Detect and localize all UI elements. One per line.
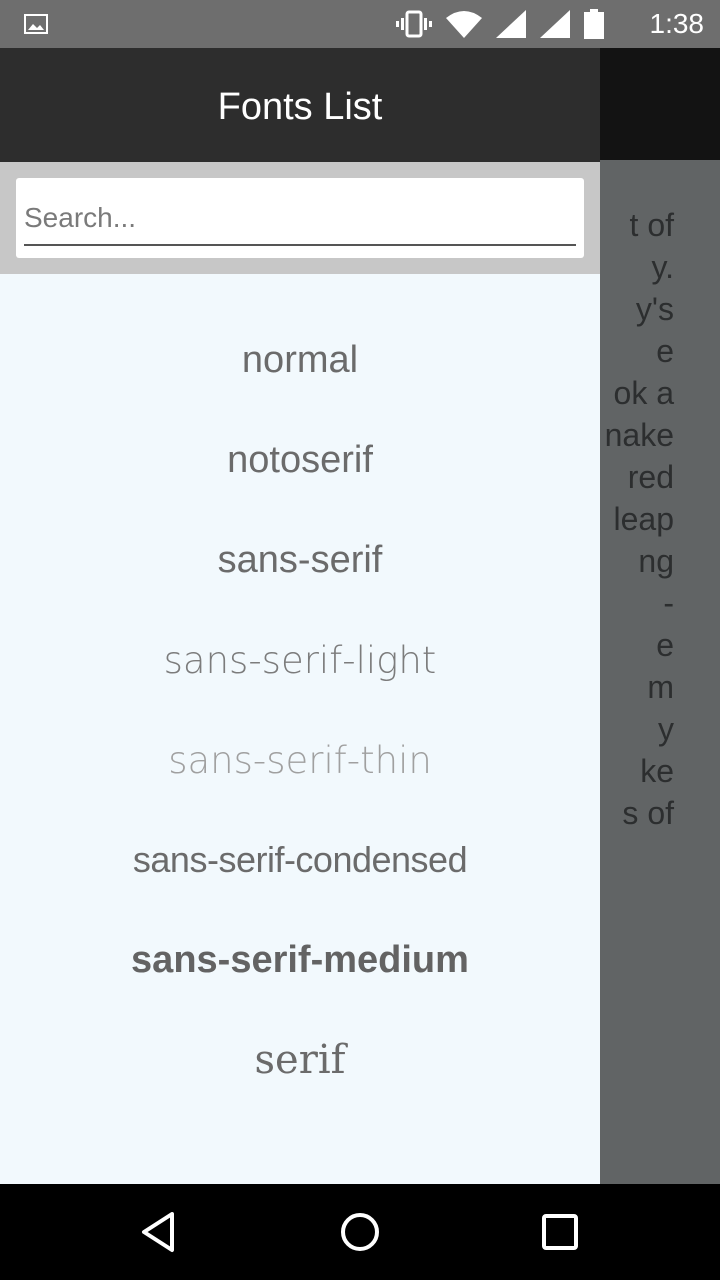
home-icon[interactable] bbox=[336, 1208, 384, 1256]
font-item-serif[interactable]: serif bbox=[0, 1010, 600, 1110]
font-item-sans-serif[interactable]: sans-serif bbox=[0, 510, 600, 610]
navigation-drawer: Fonts List normal notoserif sans-serif s… bbox=[0, 48, 600, 1184]
font-item-sans-serif-thin[interactable]: sans-serif-thin bbox=[0, 710, 600, 810]
wifi-icon bbox=[446, 11, 482, 38]
font-item-sans-serif-medium[interactable]: sans-serif-medium bbox=[0, 910, 600, 1010]
recent-apps-icon[interactable] bbox=[536, 1208, 584, 1256]
gallery-icon bbox=[24, 14, 48, 34]
navigation-bar bbox=[0, 1184, 720, 1280]
vibrate-icon bbox=[396, 10, 432, 38]
drawer-title: Fonts List bbox=[217, 85, 383, 128]
background-toolbar bbox=[600, 48, 720, 160]
status-bar: 1:38 bbox=[0, 0, 720, 48]
system-icons bbox=[396, 9, 604, 39]
status-clock: 1:38 bbox=[649, 8, 705, 39]
signal-icon bbox=[540, 10, 570, 38]
search-input[interactable] bbox=[24, 196, 576, 246]
screen: 1:38 t of y. y's e ok a nake red leap ng… bbox=[0, 0, 720, 1280]
font-list: normal notoserif sans-serif sans-serif-l… bbox=[0, 274, 600, 1110]
back-icon[interactable] bbox=[136, 1208, 184, 1256]
font-item-sans-serif-light[interactable]: sans-serif-light bbox=[0, 610, 600, 710]
search-panel bbox=[0, 162, 600, 274]
font-item-sans-serif-condensed[interactable]: sans-serif-condensed bbox=[0, 810, 600, 910]
font-item-normal[interactable]: normal bbox=[0, 310, 600, 410]
font-item-notoserif[interactable]: notoserif bbox=[0, 410, 600, 510]
battery-icon bbox=[584, 9, 604, 39]
signal-icon bbox=[496, 10, 526, 38]
drawer-header: Fonts List bbox=[0, 48, 600, 162]
search-box bbox=[16, 178, 584, 258]
